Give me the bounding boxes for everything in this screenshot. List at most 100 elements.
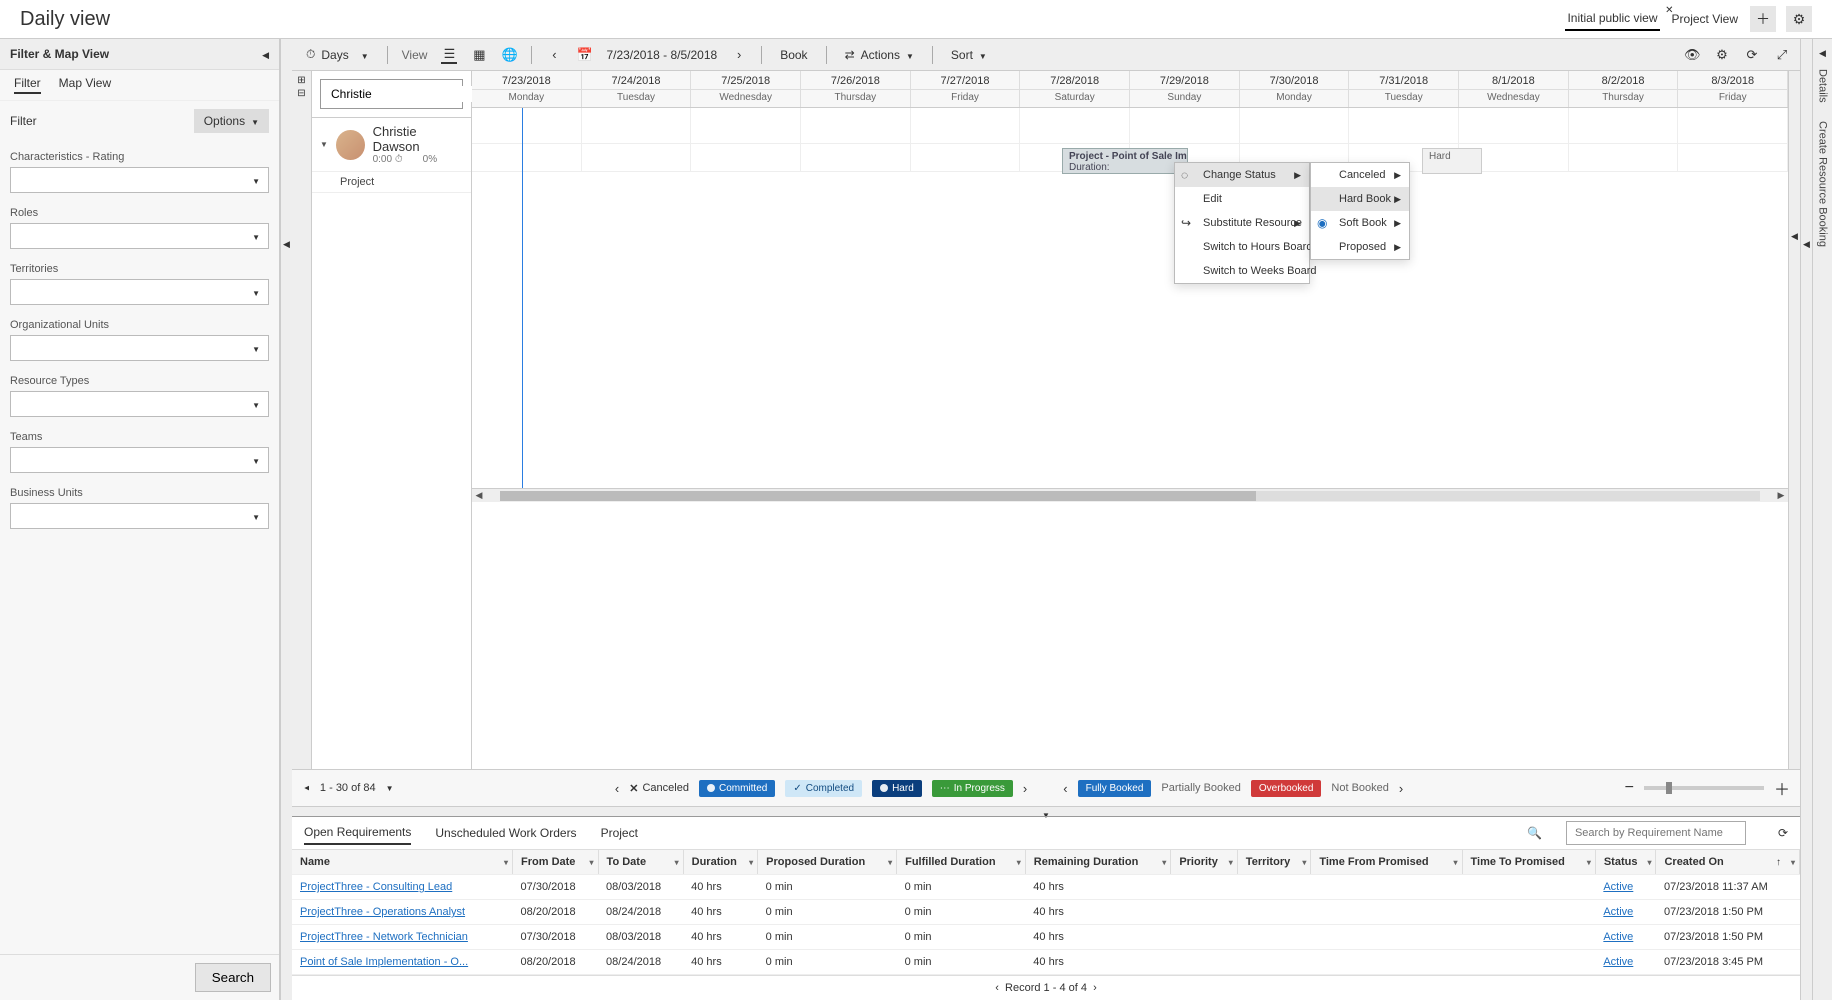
day-cell[interactable] (1349, 108, 1459, 143)
booking-block-secondary[interactable]: Hard (1422, 148, 1482, 174)
day-cell[interactable] (1020, 108, 1130, 143)
booking-block[interactable]: Project - Point of Sale Implemen Duratio… (1062, 148, 1188, 174)
resource-subrow[interactable]: Project (312, 172, 471, 193)
legend-completed[interactable]: Completed (785, 780, 862, 797)
legend-prev[interactable]: ‹ (615, 781, 619, 796)
requirement-link[interactable]: ProjectThree - Operations Analyst (300, 906, 465, 918)
search-icon[interactable]: 🔍 (1527, 826, 1542, 840)
search-input[interactable] (329, 86, 488, 102)
tab-map-view[interactable]: Map View (59, 76, 111, 94)
filter-select[interactable] (10, 335, 269, 361)
zoom-in-button[interactable]: ＋ (1774, 776, 1790, 800)
requirement-search[interactable] (1566, 821, 1746, 845)
pager-prev[interactable]: ‹ (995, 982, 999, 994)
zoom-slider[interactable] (1644, 786, 1764, 790)
filter-options-button[interactable]: Options (194, 109, 269, 133)
requirement-link[interactable]: ProjectThree - Consulting Lead (300, 881, 452, 893)
tab-open-requirements[interactable]: Open Requirements (304, 821, 411, 845)
calendar-icon[interactable]: 📅 (576, 47, 592, 63)
day-cell[interactable] (1240, 108, 1350, 143)
legend-next2[interactable]: › (1399, 781, 1403, 796)
splitter-right[interactable] (1800, 39, 1812, 1000)
table-row[interactable]: ProjectThree - Consulting Lead07/30/2018… (292, 875, 1800, 900)
grid-view-button[interactable]: ▦ (471, 47, 487, 63)
time-unit-dropdown[interactable]: ⏱Days (302, 45, 373, 64)
day-cell[interactable] (1569, 108, 1679, 143)
collapse-bottom-toggle[interactable] (292, 806, 1800, 816)
day-cell[interactable] (472, 108, 582, 143)
menu-status-softbook[interactable]: ◉Soft Book▶ (1311, 211, 1409, 235)
next-page-button[interactable] (386, 782, 394, 794)
collapse-sidebar-button[interactable] (262, 47, 269, 61)
filter-select[interactable] (10, 447, 269, 473)
day-cell[interactable] (801, 108, 911, 143)
legend-fully[interactable]: Fully Booked (1078, 780, 1152, 797)
column-header[interactable]: Name▾ (292, 850, 513, 875)
filter-select[interactable] (10, 279, 269, 305)
day-cell[interactable] (691, 144, 801, 171)
tab-filter[interactable]: Filter (14, 76, 41, 94)
schedule-grid[interactable]: 7/23/2018Monday7/24/2018Tuesday7/25/2018… (472, 71, 1788, 769)
column-header[interactable]: Priority▾ (1171, 850, 1237, 875)
prev-range-button[interactable]: ‹ (546, 47, 562, 62)
column-header[interactable]: Created On▾↑ (1656, 850, 1800, 875)
legend-canceled[interactable]: ✕Canceled (629, 782, 689, 795)
column-header[interactable]: Duration▾ (683, 850, 758, 875)
day-cell[interactable] (582, 108, 692, 143)
refresh-icon[interactable]: ⟳ (1744, 47, 1760, 63)
column-header[interactable]: Fulfilled Duration▾ (897, 850, 1026, 875)
day-cell[interactable] (1569, 144, 1679, 171)
settings-button[interactable]: ⚙ (1786, 6, 1812, 32)
expand-all-button[interactable]: ⊞ (297, 75, 305, 86)
view-tab-initial[interactable]: Initial public view ✕ (1565, 7, 1659, 31)
menu-status-canceled[interactable]: Canceled▶ (1311, 163, 1409, 187)
search-button[interactable]: Search (195, 963, 271, 992)
legend-not[interactable]: Not Booked (1331, 782, 1388, 794)
splitter-grid-right[interactable] (1788, 71, 1800, 769)
status-link[interactable]: Active (1603, 881, 1633, 893)
fullscreen-icon[interactable]: ⤢ (1774, 47, 1790, 63)
filter-select[interactable] (10, 503, 269, 529)
legend-committed[interactable]: Committed (699, 780, 775, 797)
column-header[interactable]: Remaining Duration▾ (1025, 850, 1171, 875)
gear-icon[interactable]: ⚙ (1714, 47, 1730, 63)
sort-dropdown[interactable]: Sort (947, 46, 991, 64)
menu-status-hardbook[interactable]: Hard Book▶ (1311, 187, 1409, 211)
rail-details[interactable]: Details Create Resource Booking (1812, 39, 1832, 1000)
day-cell[interactable] (1678, 108, 1788, 143)
table-row[interactable]: ProjectThree - Operations Analyst08/20/2… (292, 900, 1800, 925)
pager-next[interactable]: › (1093, 982, 1097, 994)
column-header[interactable]: From Date▾ (513, 850, 599, 875)
day-cell[interactable] (582, 144, 692, 171)
day-cell[interactable] (801, 144, 911, 171)
legend-next[interactable]: › (1023, 781, 1027, 796)
menu-switch-hours[interactable]: Switch to Hours Board (1175, 235, 1309, 259)
next-range-button[interactable]: › (731, 47, 747, 62)
filter-select[interactable] (10, 391, 269, 417)
table-row[interactable]: ProjectThree - Network Technician07/30/2… (292, 925, 1800, 950)
book-button[interactable]: Book (776, 46, 811, 64)
resource-row[interactable]: Christie Dawson 0:00 ⏱ 0% (312, 118, 471, 172)
table-row[interactable]: Point of Sale Implementation - O...08/20… (292, 950, 1800, 975)
day-cell[interactable] (1130, 108, 1240, 143)
column-header[interactable]: Proposed Duration▾ (758, 850, 897, 875)
menu-status-proposed[interactable]: Proposed▶ (1311, 235, 1409, 259)
list-view-button[interactable]: ☰ (441, 46, 457, 64)
zoom-out-button[interactable]: − (1625, 779, 1634, 797)
legend-over[interactable]: Overbooked (1251, 780, 1321, 797)
collapse-all-button[interactable]: ⊟ (297, 88, 305, 99)
eye-icon[interactable]: 👁 (1684, 47, 1700, 63)
legend-inprogress[interactable]: ⋯In Progress (932, 780, 1013, 797)
refresh-icon[interactable]: ⟳ (1778, 826, 1788, 840)
day-cell[interactable] (911, 108, 1021, 143)
legend-partial[interactable]: Partially Booked (1161, 782, 1241, 794)
legend-prev2[interactable]: ‹ (1063, 781, 1067, 796)
status-link[interactable]: Active (1603, 906, 1633, 918)
status-link[interactable]: Active (1603, 931, 1633, 943)
day-cell[interactable] (472, 144, 582, 171)
search-input[interactable] (1573, 826, 1739, 840)
column-header[interactable]: To Date▾ (598, 850, 683, 875)
add-view-button[interactable]: ＋ (1750, 6, 1776, 32)
menu-switch-weeks[interactable]: Switch to Weeks Board (1175, 259, 1309, 283)
tab-project[interactable]: Project (601, 822, 638, 844)
